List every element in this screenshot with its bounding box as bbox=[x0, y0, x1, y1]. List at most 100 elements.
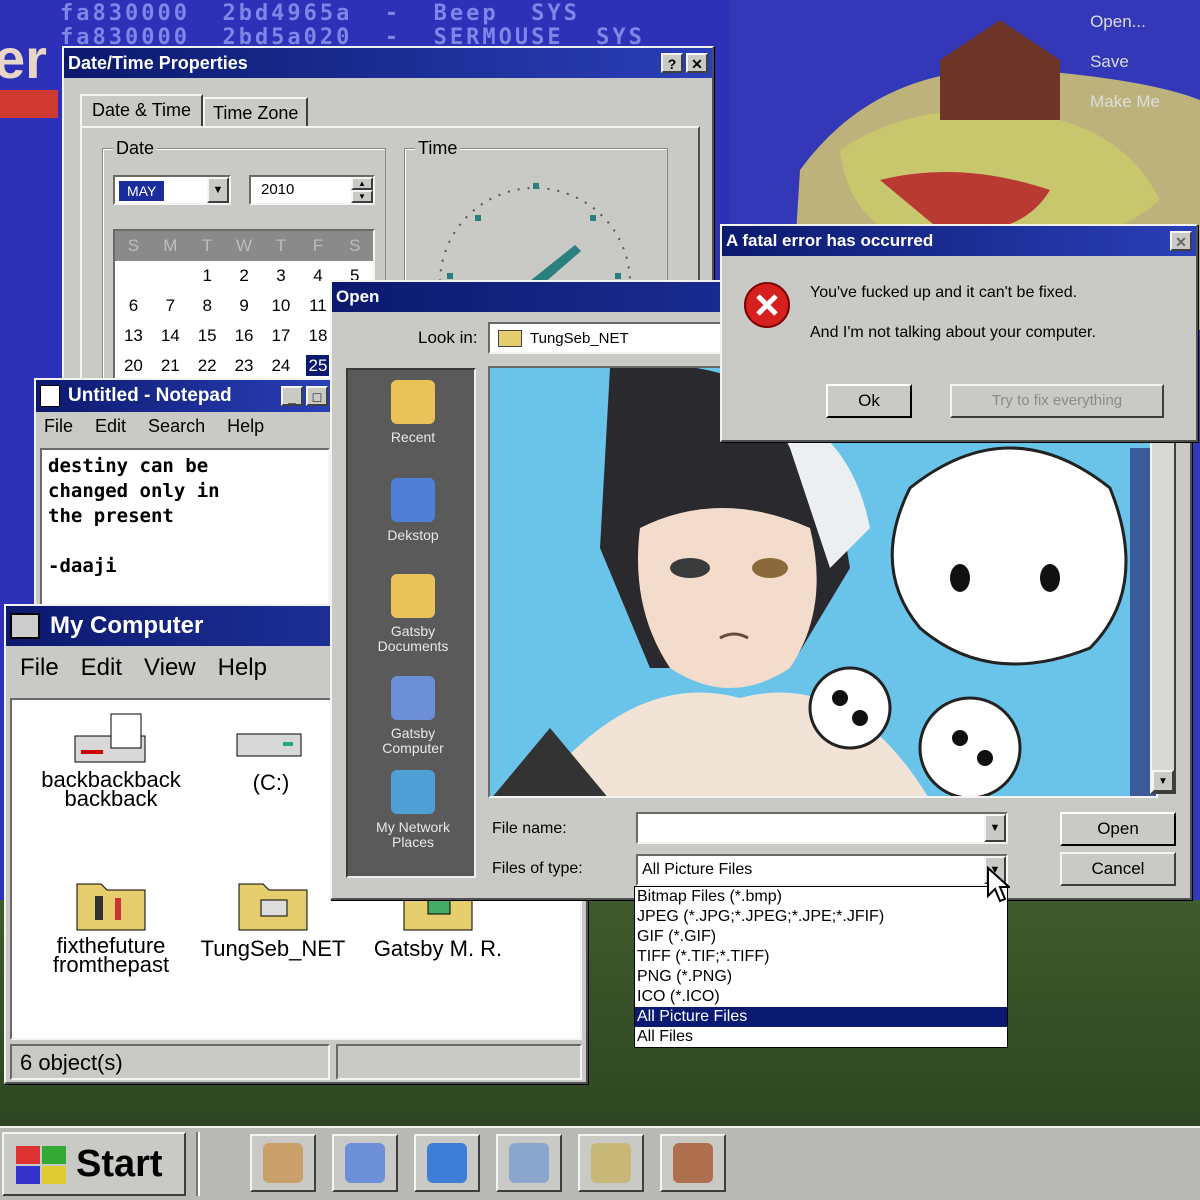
calendar-cell[interactable]: 16 bbox=[226, 321, 263, 351]
fix-everything-button[interactable]: Try to fix everything bbox=[950, 384, 1164, 418]
calendar-day[interactable]: 17 bbox=[271, 326, 290, 345]
place-network[interactable]: My Network Places bbox=[353, 770, 473, 850]
place-documents[interactable]: Gatsby Documents bbox=[353, 574, 473, 654]
calendar-cell[interactable]: 6 bbox=[115, 291, 152, 321]
calendar-day[interactable]: 20 bbox=[124, 356, 143, 375]
quick-launch-button[interactable] bbox=[496, 1134, 562, 1192]
spin-up-icon[interactable]: ▲ bbox=[351, 177, 373, 190]
calendar-cell[interactable]: 23 bbox=[226, 351, 263, 381]
chevron-down-icon[interactable]: ▼ bbox=[984, 814, 1006, 842]
menu-view[interactable]: View bbox=[144, 654, 196, 682]
quick-launch-button[interactable] bbox=[414, 1134, 480, 1192]
calendar-cell[interactable]: 22 bbox=[189, 351, 226, 381]
drive-item[interactable]: (C:) bbox=[206, 710, 336, 796]
menu-help[interactable]: Help bbox=[227, 416, 264, 437]
close-button[interactable]: ✕ bbox=[686, 53, 708, 73]
calendar-cell[interactable]: 20 bbox=[115, 351, 152, 381]
file-type-option[interactable]: JPEG (*.JPG;*.JPEG;*.JPE;*.JFIF) bbox=[635, 907, 1007, 927]
calendar-cell[interactable]: 3 bbox=[263, 261, 300, 291]
menu-file[interactable]: File bbox=[20, 654, 59, 682]
calendar-cell[interactable]: 14 bbox=[152, 321, 189, 351]
month-dropdown[interactable]: MAY ▼ bbox=[113, 175, 231, 205]
quick-launch-button[interactable] bbox=[660, 1134, 726, 1192]
open-button[interactable]: Open bbox=[1060, 812, 1176, 846]
calendar-day[interactable]: 16 bbox=[235, 326, 254, 345]
folder-item[interactable]: TungSeb_NET bbox=[198, 870, 348, 962]
quick-launch-button[interactable] bbox=[332, 1134, 398, 1192]
file-type-option[interactable]: All Picture Files bbox=[635, 1007, 1007, 1027]
bg-menu-item: Make Me bbox=[1090, 92, 1160, 111]
calendar-day[interactable]: 14 bbox=[161, 326, 180, 345]
help-button[interactable]: ? bbox=[661, 53, 683, 73]
ok-button[interactable]: Ok bbox=[826, 384, 912, 418]
calendar-day[interactable]: 4 bbox=[313, 266, 322, 285]
calendar-cell[interactable]: 2 bbox=[226, 261, 263, 291]
calendar-cell[interactable]: 21 bbox=[152, 351, 189, 381]
notepad-titlebar[interactable]: Untitled - Notepad _ □ bbox=[36, 380, 332, 412]
taskbar-divider bbox=[196, 1132, 200, 1196]
files-of-type-dropdown[interactable]: All Picture Files ▼ bbox=[636, 854, 1008, 886]
year-spinner[interactable]: 2010 ▲ ▼ bbox=[249, 175, 375, 205]
calendar-cell[interactable]: 15 bbox=[189, 321, 226, 351]
place-computer[interactable]: Gatsby Computer bbox=[353, 676, 473, 756]
calendar-day[interactable]: 21 bbox=[161, 356, 180, 375]
place-desktop[interactable]: Dekstop bbox=[353, 478, 473, 543]
menu-search[interactable]: Search bbox=[148, 416, 205, 437]
calendar-day[interactable]: 7 bbox=[166, 296, 175, 315]
calendar-cell[interactable]: 13 bbox=[115, 321, 152, 351]
calendar-cell[interactable]: 24 bbox=[263, 351, 300, 381]
menu-edit[interactable]: Edit bbox=[95, 416, 126, 437]
maximize-button[interactable]: □ bbox=[306, 386, 328, 406]
calendar-day[interactable]: 25 bbox=[306, 355, 330, 376]
tab-time-zone[interactable]: Time Zone bbox=[203, 97, 309, 128]
weekday-label: F bbox=[312, 236, 324, 255]
menu-help[interactable]: Help bbox=[218, 654, 267, 682]
start-button[interactable]: Start bbox=[2, 1132, 186, 1196]
menu-file[interactable]: File bbox=[44, 416, 73, 437]
calendar-day[interactable]: 6 bbox=[129, 296, 138, 315]
file-name-input[interactable]: ▼ bbox=[636, 812, 1008, 844]
calendar-day[interactable]: 18 bbox=[308, 326, 327, 345]
file-type-option[interactable]: Bitmap Files (*.bmp) bbox=[635, 887, 1007, 907]
calendar-day[interactable]: 13 bbox=[124, 326, 143, 345]
calendar-cell[interactable]: 9 bbox=[226, 291, 263, 321]
file-type-option[interactable]: All Files bbox=[635, 1027, 1007, 1047]
calendar-day[interactable]: 10 bbox=[271, 296, 290, 315]
file-type-option[interactable]: ICO (*.ICO) bbox=[635, 987, 1007, 1007]
calendar-day[interactable]: 22 bbox=[198, 356, 217, 375]
calendar-day[interactable]: 9 bbox=[239, 296, 248, 315]
spin-down-icon[interactable]: ▼ bbox=[351, 190, 373, 203]
notepad-text-area[interactable]: destiny can be changed only in the prese… bbox=[40, 448, 330, 616]
calendar-cell[interactable]: 7 bbox=[152, 291, 189, 321]
chevron-down-icon[interactable]: ▼ bbox=[207, 177, 229, 203]
calendar-day[interactable]: 3 bbox=[276, 266, 285, 285]
place-recent[interactable]: Recent bbox=[353, 380, 473, 445]
quick-launch-button[interactable] bbox=[578, 1134, 644, 1192]
file-type-option[interactable]: PNG (*.PNG) bbox=[635, 967, 1007, 987]
folder-item[interactable]: fixthefuture fromthepast bbox=[26, 870, 196, 976]
calendar-day[interactable]: 2 bbox=[239, 266, 248, 285]
tab-date-time[interactable]: Date & Time bbox=[80, 94, 204, 128]
calendar-day[interactable]: 8 bbox=[202, 296, 211, 315]
file-type-option[interactable]: TIFF (*.TIF;*.TIFF) bbox=[635, 947, 1007, 967]
error-titlebar[interactable]: A fatal error has occurred ✕ bbox=[722, 226, 1196, 256]
calendar-cell[interactable]: 10 bbox=[263, 291, 300, 321]
close-button[interactable]: ✕ bbox=[1170, 231, 1192, 251]
calendar-day[interactable]: 11 bbox=[309, 296, 327, 315]
vertical-scrollbar[interactable]: ▼ bbox=[1150, 422, 1176, 794]
minimize-button[interactable]: _ bbox=[281, 386, 303, 406]
datetime-titlebar[interactable]: Date/Time Properties ? ✕ bbox=[64, 48, 712, 78]
calendar-day[interactable]: 24 bbox=[271, 356, 290, 375]
calendar-cell[interactable]: 1 bbox=[189, 261, 226, 291]
file-type-option[interactable]: GIF (*.GIF) bbox=[635, 927, 1007, 947]
cancel-button[interactable]: Cancel bbox=[1060, 852, 1176, 886]
calendar-cell[interactable]: 17 bbox=[263, 321, 300, 351]
calendar-day[interactable]: 23 bbox=[235, 356, 254, 375]
calendar-cell[interactable]: 8 bbox=[189, 291, 226, 321]
menu-edit[interactable]: Edit bbox=[81, 654, 122, 682]
quick-launch-button[interactable] bbox=[250, 1134, 316, 1192]
calendar-day[interactable]: 15 bbox=[198, 326, 217, 345]
drive-item[interactable]: backbackback backback bbox=[26, 710, 196, 810]
calendar-day[interactable]: 1 bbox=[202, 266, 211, 285]
scroll-down-icon[interactable]: ▼ bbox=[1152, 770, 1174, 792]
